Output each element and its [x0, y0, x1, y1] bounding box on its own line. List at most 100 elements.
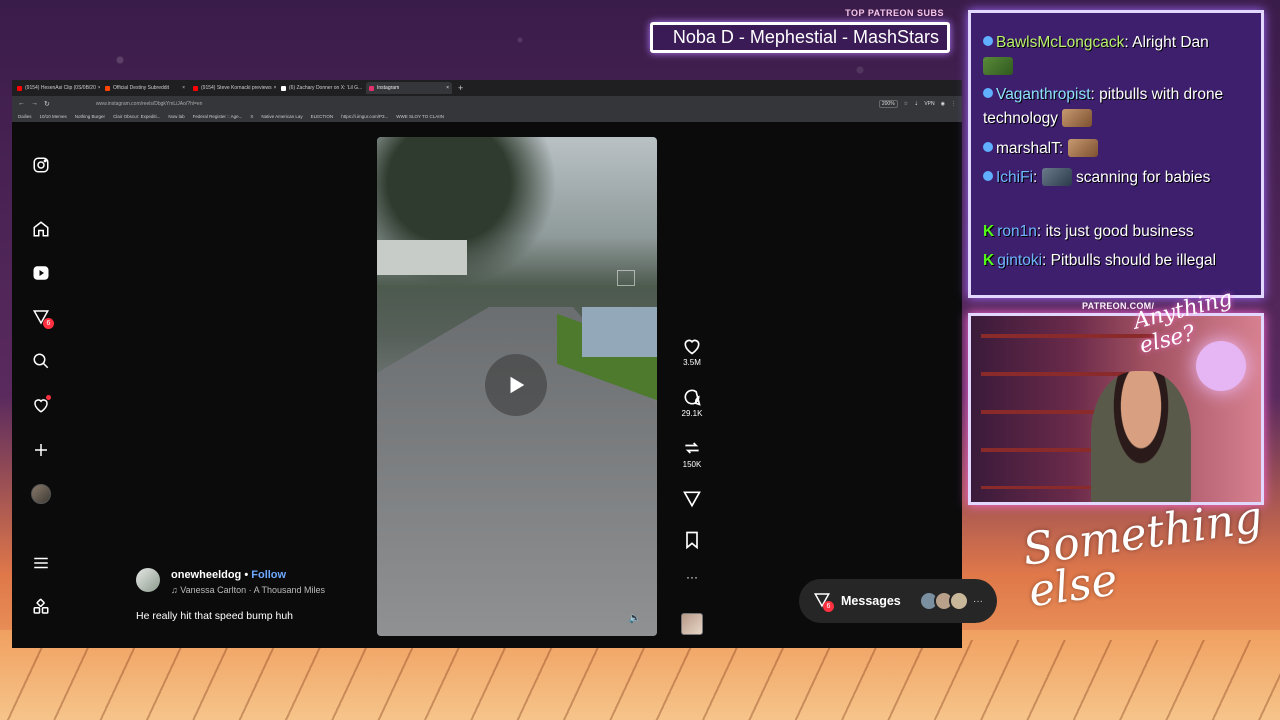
also-from-meta-icon[interactable] — [31, 597, 51, 617]
direct-message-icon: 6 — [813, 591, 834, 612]
bookmark[interactable]: Dailies — [18, 114, 32, 119]
chat-message: Kron1n: its just good business — [983, 220, 1194, 244]
zoom-indicator[interactable]: 200% — [878, 99, 898, 108]
chat-badge-icon — [983, 88, 993, 98]
messages-label: Messages — [841, 594, 901, 608]
menu-icon[interactable]: ⋮ — [951, 101, 956, 107]
play-button[interactable] — [485, 354, 547, 416]
reel-video[interactable]: 🔈 — [377, 137, 657, 636]
top-patreon-names: Noba D - Mephestial - MashStars — [650, 22, 950, 53]
bookmark[interactable]: X — [250, 114, 253, 119]
comment-icon — [684, 389, 701, 406]
close-tab-icon[interactable]: × — [362, 85, 364, 91]
more-menu-icon[interactable] — [31, 553, 51, 573]
chat-badge-icon — [983, 36, 993, 46]
back-icon[interactable]: ← — [18, 100, 25, 107]
play-icon — [510, 376, 525, 394]
heart-icon — [684, 339, 700, 355]
like-button[interactable]: 3.5M — [672, 336, 712, 367]
browser-tab[interactable]: (9154) Steve Kornacki previews × — [190, 82, 276, 94]
messages-button[interactable]: 6 Messages ··· — [799, 579, 997, 623]
browser-tab[interactable]: (9154) HesenAsi Clip (0S/0B/20 × — [14, 82, 100, 94]
webcam-feed — [968, 313, 1264, 505]
notification-dot — [46, 395, 51, 400]
more-options-button[interactable]: ··· — [672, 570, 712, 584]
star-icon[interactable]: ☆ — [904, 101, 908, 107]
emote-icon — [1067, 139, 1098, 157]
tab-title: (9154) HesenAsi Clip (0S/0B/20 — [25, 85, 96, 91]
reload-icon[interactable]: ↻ — [44, 100, 50, 108]
download-icon[interactable]: ⇣ — [914, 101, 918, 107]
author-avatar[interactable] — [136, 568, 160, 592]
close-tab-icon[interactable]: × — [96, 85, 100, 91]
video-house — [582, 307, 657, 357]
chat-message: Vaganthropist: pitbulls with drone techn… — [983, 83, 1253, 131]
mute-icon[interactable]: 🔈 — [629, 613, 641, 624]
vpn-button[interactable]: VPN — [924, 101, 934, 107]
profile-avatar[interactable] — [31, 484, 51, 504]
author-username[interactable]: onewheeldog — [171, 569, 241, 581]
bookmark[interactable]: ELECTION — [311, 114, 334, 119]
messages-icon[interactable]: 6 — [31, 307, 54, 329]
url-field[interactable]: www.instagram.com/reels/DbgkYmLiJAo/?hl=… — [96, 101, 879, 107]
follow-button[interactable]: Follow — [251, 569, 286, 581]
share-icon — [683, 491, 701, 508]
forward-icon[interactable]: → — [31, 100, 38, 107]
bookmark[interactable]: Native American Lay — [261, 114, 302, 119]
more-avatars-icon: ··· — [973, 595, 983, 607]
home-icon[interactable] — [31, 219, 51, 239]
audio-track[interactable]: ♫ Vanessa Carlton · A Thousand Miles — [171, 585, 325, 595]
messages-count-badge: 6 — [823, 601, 834, 612]
search-icon[interactable] — [31, 351, 51, 371]
chat-username: ron1n — [997, 223, 1037, 240]
bookmark[interactable]: https://i.imgur.com/P3... — [341, 114, 388, 119]
notifications-heart-icon[interactable] — [31, 395, 51, 415]
instagram-favicon-icon — [369, 85, 374, 91]
bookmark[interactable]: Nothing Burger — [75, 114, 105, 119]
close-tab-icon[interactable]: × — [180, 85, 185, 91]
browser-tab-active[interactable]: Instagram × — [366, 82, 452, 94]
close-tab-icon[interactable]: × — [444, 85, 449, 91]
extension-icon[interactable]: ◉ — [941, 101, 945, 107]
share-button[interactable] — [672, 489, 712, 511]
browser-tab[interactable]: Official Destiny Subreddit × — [102, 82, 188, 94]
chat-username: BawlsMcLongcack — [996, 34, 1125, 51]
new-tab-icon[interactable]: + — [458, 83, 463, 93]
chat-text: : Alright Dan — [1124, 34, 1209, 51]
bookmark[interactable]: 10/10 Memes — [40, 114, 67, 119]
browser-tab[interactable]: (6) Zachary Donner on X: 'Lil G...× — [278, 82, 364, 94]
reels-icon[interactable] — [31, 263, 51, 283]
chat-username: marshalT — [996, 140, 1059, 157]
repost-count: 150K — [682, 460, 702, 469]
caption-text: He really hit that speed bump huh — [136, 610, 294, 622]
create-plus-icon[interactable] — [31, 440, 51, 460]
kick-badge-icon: K — [983, 252, 995, 269]
repost-button[interactable]: 150K — [672, 438, 712, 469]
instagram-logo-icon[interactable] — [31, 155, 51, 175]
bookmark[interactable]: Now lab — [168, 114, 184, 119]
comment-count: 29.1K — [681, 409, 703, 418]
bookmark[interactable]: WWE SLOY TO CLAIIN — [396, 114, 444, 119]
avatar — [949, 591, 969, 611]
address-bar: ← → ↻ www.instagram.com/reels/DbgkYmLiJA… — [12, 96, 962, 111]
bookmark[interactable]: Clair Obscur: Expediti... — [113, 114, 160, 119]
chat-message: Kgintoki: Pitbulls should be illegal — [983, 249, 1253, 273]
pepe-emote-icon — [983, 57, 1013, 75]
audio-thumbnail[interactable] — [681, 613, 703, 635]
picture-in-picture-icon[interactable] — [617, 270, 635, 286]
instagram-sidebar: 6 — [12, 122, 70, 648]
chat-username: gintoki — [997, 252, 1043, 269]
bookmark[interactable]: Federal Register :: Age... — [193, 114, 243, 119]
chat-text: : Pitbulls should be illegal — [1042, 252, 1217, 269]
chat-badge-icon — [983, 142, 993, 152]
save-button[interactable] — [672, 530, 712, 552]
tab-title: Instagram — [377, 85, 400, 91]
reddit-favicon-icon — [105, 85, 110, 91]
chat-message: marshalT: — [983, 137, 1098, 161]
separator: • — [241, 569, 252, 581]
close-tab-icon[interactable]: × — [272, 85, 276, 91]
streamer — [1091, 371, 1191, 502]
emote-icon — [1041, 168, 1072, 186]
comment-button[interactable]: 29.1K — [672, 387, 712, 418]
avatar — [31, 484, 51, 504]
